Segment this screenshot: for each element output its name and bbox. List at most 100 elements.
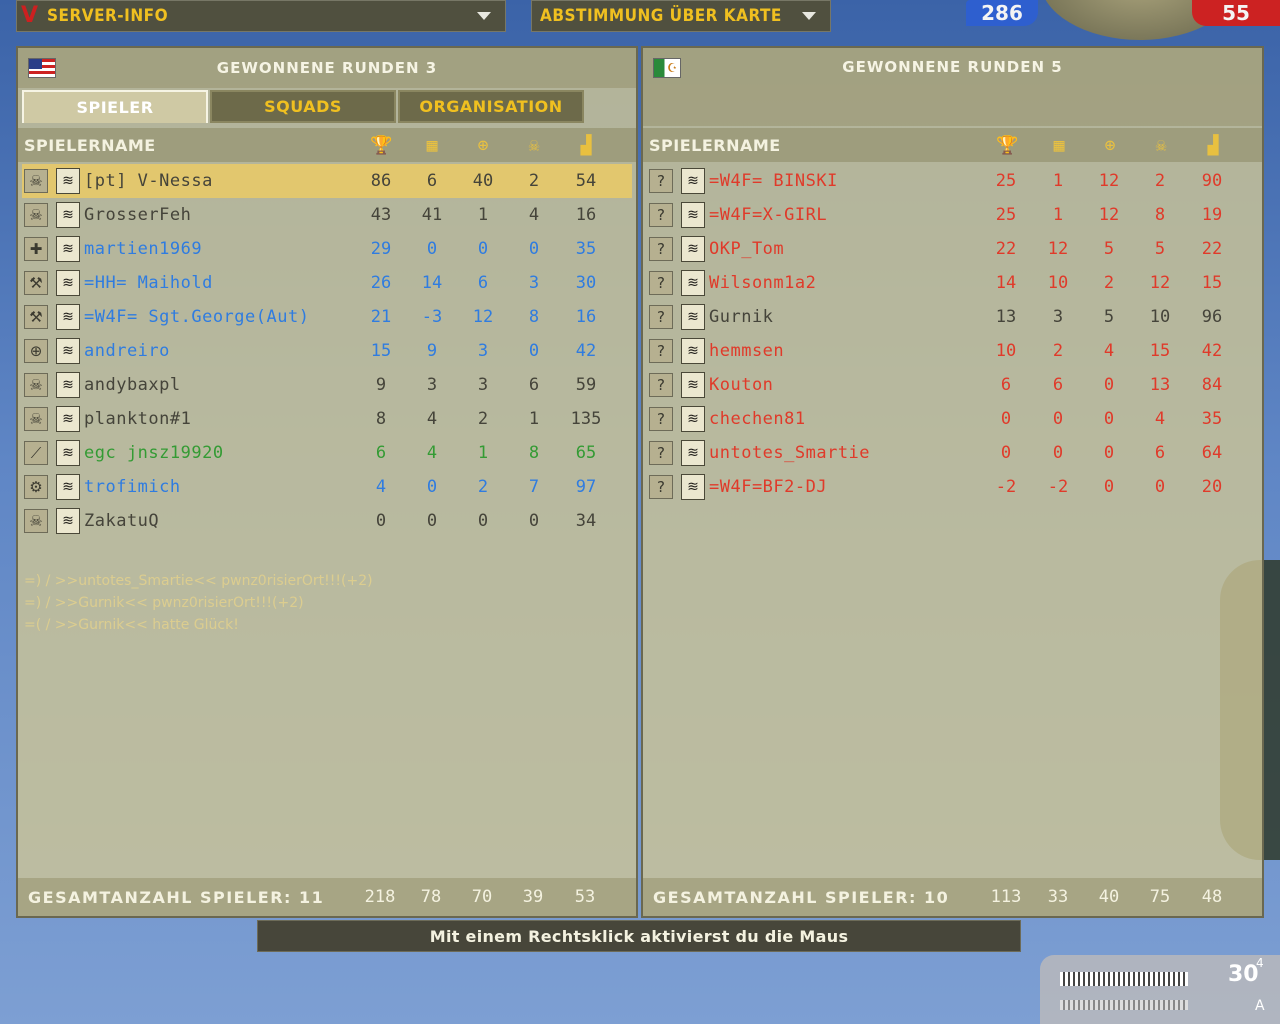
player-name: trofimich	[84, 477, 181, 497]
reserve-bar	[1060, 1000, 1188, 1010]
player-row[interactable]: ☠ ≋ ZakatuQ 0 0 0 0 34	[22, 504, 632, 538]
crosshair-icon[interactable]: ⊕	[472, 136, 494, 156]
ping-icon[interactable]: ▟	[575, 136, 597, 156]
column-header: SPIELERNAME 🏆 ▦ ⊕ ☠ ▟	[643, 128, 1262, 162]
player-ping: 35	[575, 239, 597, 259]
rank-icon: ≋	[56, 474, 80, 500]
player-row[interactable]: ☠ ≋ plankton#1 8 4 2 1 135	[22, 402, 632, 436]
unknown-kit-icon: ?	[649, 407, 673, 431]
player-name: untotes_Smartie	[709, 443, 871, 463]
player-score: 29	[370, 239, 392, 259]
trophy-icon[interactable]: 🏆	[370, 136, 392, 156]
rank-icon: ≋	[56, 338, 80, 364]
player-deaths: 15	[1149, 341, 1171, 361]
player-row[interactable]: ? ≋ Kouton 6 6 0 13 84	[647, 368, 1258, 402]
team-header-mec: GEWONNENE RUNDEN 5	[643, 48, 1262, 126]
player-teamwork: 4	[426, 443, 438, 463]
player-name: Gurnik	[709, 307, 774, 327]
tab-organisation[interactable]: ORGANISATION	[398, 90, 584, 123]
player-row[interactable]: ✚ ≋ martien1969 29 0 0 0 35	[22, 232, 632, 266]
player-row[interactable]: ☠ ≋ andybaxpl 9 3 3 6 59	[22, 368, 632, 402]
teamwork-icon[interactable]: ▦	[1048, 136, 1070, 156]
player-teamwork: 3	[1052, 307, 1064, 327]
player-name: ZakatuQ	[84, 511, 160, 531]
player-kills: 0	[477, 239, 489, 259]
server-info-dropdown[interactable]: V SERVER-INFO	[16, 0, 506, 32]
trophy-icon[interactable]: 🏆	[996, 136, 1018, 156]
player-teamwork: 9	[426, 341, 438, 361]
antitank-icon: ⚒	[24, 271, 48, 295]
player-ping: 16	[575, 307, 597, 327]
totals-row-us: GESAMTANZAHL SPIELER: 11 218 78 70 39 53	[18, 878, 636, 916]
player-row[interactable]: ? ≋ =W4F=X-GIRL 25 1 12 8 19	[647, 198, 1258, 232]
kill-feed-line: =) / >>untotes_Smartie<< pwnz0risierOrt!…	[24, 573, 373, 589]
rank-icon: ≋	[56, 168, 80, 194]
player-row[interactable]: ⚒ ≋ =HH= Maihold 26 14 6 3 30	[22, 266, 632, 300]
player-deaths: 7	[528, 477, 540, 497]
player-kills: 1	[477, 443, 489, 463]
player-score: 9	[375, 375, 387, 395]
player-teamwork: 0	[1052, 409, 1064, 429]
player-row[interactable]: ☠ ≋ [pt] V-Nessa 86 6 40 2 54	[22, 164, 632, 198]
unknown-kit-icon: ?	[649, 441, 673, 465]
rank-icon: ≋	[681, 372, 705, 398]
rank-icon: ≋	[681, 202, 705, 228]
player-deaths: 8	[1154, 205, 1166, 225]
player-teamwork: 14	[421, 273, 443, 293]
antitank-icon: ⚒	[24, 305, 48, 329]
player-kills: 0	[1103, 375, 1115, 395]
player-kills: 40	[472, 171, 494, 191]
tab-players[interactable]: SPIELER	[22, 90, 208, 123]
rank-icon: ≋	[681, 168, 705, 194]
player-ping: 20	[1201, 477, 1223, 497]
player-row[interactable]: ⚙ ≋ trofimich 4 0 2 7 97	[22, 470, 632, 504]
player-row[interactable]: ? ≋ untotes_Smartie 0 0 0 6 64	[647, 436, 1258, 470]
player-ping: 35	[1201, 409, 1223, 429]
player-name: =W4F=X-GIRL	[709, 205, 828, 225]
skull-icon: ☠	[24, 169, 48, 193]
player-row[interactable]: ? ≋ chechen81 0 0 0 4 35	[647, 402, 1258, 436]
player-teamwork: 0	[1052, 443, 1064, 463]
tab-squads[interactable]: SQUADS	[210, 90, 396, 123]
skull-icon[interactable]: ☠	[523, 136, 545, 156]
column-player-name[interactable]: SPIELERNAME	[24, 136, 364, 155]
ping-icon[interactable]: ▟	[1202, 136, 1224, 156]
rank-icon: ≋	[56, 406, 80, 432]
player-row[interactable]: ⟋ ≋ egc jnsz19920 6 4 1 8 65	[22, 436, 632, 470]
column-player-name[interactable]: SPIELERNAME	[649, 136, 989, 155]
player-score: 6	[1000, 375, 1012, 395]
player-kills: 0	[477, 511, 489, 531]
player-teamwork: 2	[1052, 341, 1064, 361]
vote-map-dropdown[interactable]: ABSTIMMUNG ÜBER KARTE	[531, 0, 831, 32]
player-row[interactable]: ☠ ≋ GrosserFeh 43 41 1 4 16	[22, 198, 632, 232]
player-row[interactable]: ⚒ ≋ =W4F= Sgt.George(Aut) 21 -3 12 8 16	[22, 300, 632, 334]
rank-icon: ≋	[681, 474, 705, 500]
player-name: plankton#1	[84, 409, 192, 429]
player-row[interactable]: ? ≋ Gurnik 13 3 5 10 96	[647, 300, 1258, 334]
team-header-us: GEWONNENE RUNDEN 3	[18, 48, 636, 88]
rank-icon: ≋	[56, 508, 80, 534]
player-row[interactable]: ? ≋ =W4F= BINSKI 25 1 12 2 90	[647, 164, 1258, 198]
player-ping: 90	[1201, 171, 1223, 191]
player-row[interactable]: ? ≋ Wilsonm1a2 14 10 2 12 15	[647, 266, 1258, 300]
player-row[interactable]: ? ≋ =W4F=BF2-DJ -2 -2 0 0 20	[647, 470, 1258, 504]
player-name: andybaxpl	[84, 375, 181, 395]
us-flag-icon	[28, 58, 56, 78]
total-deaths: 75	[1149, 887, 1171, 907]
player-ping: 34	[575, 511, 597, 531]
rounds-won-us: GEWONNENE RUNDEN 3	[216, 59, 438, 77]
teamwork-icon[interactable]: ▦	[421, 136, 443, 156]
unknown-kit-icon: ?	[649, 373, 673, 397]
skull-icon[interactable]: ☠	[1150, 136, 1172, 156]
player-row[interactable]: ? ≋ hemmsen 10 2 4 15 42	[647, 334, 1258, 368]
player-row[interactable]: ⊕ ≋ andreiro 15 9 3 0 42	[22, 334, 632, 368]
crosshair-icon[interactable]: ⊕	[1099, 136, 1121, 156]
player-deaths: 6	[528, 375, 540, 395]
player-ping: 64	[1201, 443, 1223, 463]
player-row[interactable]: ? ≋ OKP_Tom 22 12 5 5 22	[647, 232, 1258, 266]
total-players-mec: GESAMTANZAHL SPIELER: 10	[653, 887, 950, 907]
player-score: 25	[995, 171, 1017, 191]
player-name: OKP_Tom	[709, 239, 785, 259]
player-score: 6	[375, 443, 387, 463]
player-name: andreiro	[84, 341, 170, 361]
